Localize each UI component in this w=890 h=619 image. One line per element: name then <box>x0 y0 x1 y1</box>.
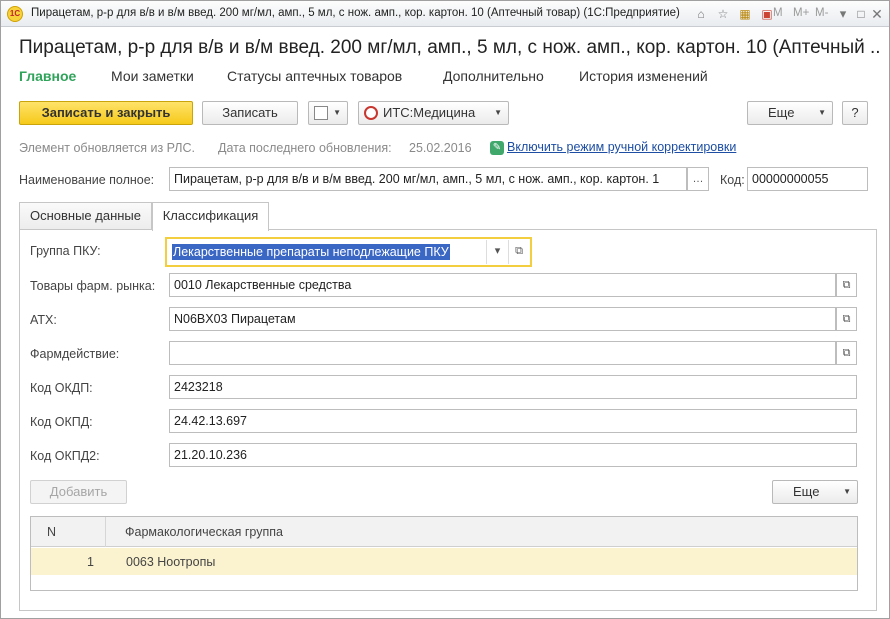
fullname-label: Наименование полное: <box>19 173 155 187</box>
star-icon[interactable]: ☆ <box>715 6 731 22</box>
save-and-close-button[interactable]: Записать и закрыть <box>19 101 193 125</box>
add-button[interactable]: Добавить <box>30 480 127 504</box>
save-button[interactable]: Записать <box>202 101 298 125</box>
maximize-icon[interactable]: □ <box>853 6 869 22</box>
last-update-label: Дата последнего обновления: <box>218 141 392 155</box>
chevron-down-icon: ▼ <box>818 108 826 117</box>
atc-label: АТХ: <box>30 313 57 327</box>
help-button[interactable]: ? <box>842 101 868 125</box>
code-field[interactable]: 00000000055 <box>747 167 868 191</box>
atc-field[interactable]: N06BX03 Пирацетам <box>169 307 836 331</box>
pku-dropdown-button[interactable]: ▾ <box>486 240 508 264</box>
fullname-field[interactable]: Пирацетам, р-р для в/в и в/м введ. 200 м… <box>169 167 687 191</box>
home-icon[interactable]: ⌂ <box>693 6 709 22</box>
more-button[interactable]: Еще ▼ <box>747 101 833 125</box>
close-icon[interactable]: ✕ <box>869 6 885 22</box>
pharm-open-icon[interactable]: ⧉ <box>836 341 857 365</box>
tab-additional[interactable]: Дополнительно <box>443 68 544 84</box>
okdp-label: Код ОКДП: <box>30 381 93 395</box>
manual-edit-link[interactable]: Включить режим ручной корректировки <box>507 140 736 154</box>
pharm-groups-table: N Фармакологическая группа 1 0063 Ноотро… <box>30 516 858 591</box>
report-menu-button[interactable]: ▼ <box>308 101 348 125</box>
code-label: Код: <box>720 173 745 187</box>
pharm-label: Фармдействие: <box>30 347 120 361</box>
chevron-down-icon: ▼ <box>843 487 851 496</box>
tab-basic-data[interactable]: Основные данные <box>19 202 152 230</box>
tab-my-notes[interactable]: Мои заметки <box>111 68 194 84</box>
pku-label: Группа ПКУ: <box>30 244 101 258</box>
market-open-icon[interactable]: ⧉ <box>836 273 857 297</box>
tab-main[interactable]: Главное <box>19 68 76 84</box>
okpd2-label: Код ОКПД2: <box>30 449 100 463</box>
row-n: 1 <box>87 555 94 569</box>
column-header-pharm-group[interactable]: Фармакологическая группа <box>125 525 283 539</box>
app-logo-icon: 1С <box>7 6 23 22</box>
menu-icon[interactable]: ▾ <box>835 6 851 22</box>
column-header-n[interactable]: N <box>47 525 56 539</box>
chevron-down-icon: ▼ <box>333 108 341 117</box>
memory-plus-button[interactable]: M+ <box>793 7 809 19</box>
fullname-edit-button[interactable]: … <box>687 167 709 191</box>
table-header: N Фармакологическая группа <box>31 517 857 547</box>
more-label: Еще <box>768 105 795 120</box>
column-divider <box>105 517 106 547</box>
tab-change-history[interactable]: История изменений <box>579 68 708 84</box>
window-title: Пирацетам, р-р для в/в и в/м введ. 200 м… <box>31 7 680 19</box>
okpd-label: Код ОКПД: <box>30 415 93 429</box>
atc-open-icon[interactable]: ⧉ <box>836 307 857 331</box>
table-row[interactable]: 1 0063 Ноотропы <box>31 548 857 575</box>
pharm-field[interactable] <box>169 341 836 365</box>
memory-m-button[interactable]: M <box>773 7 783 19</box>
table-more-label: Еще <box>793 484 820 499</box>
edit-mode-icon: ✎ <box>490 141 504 155</box>
memory-minus-button[interactable]: M- <box>815 7 828 19</box>
okdp-field[interactable]: 2423218 <box>169 375 857 399</box>
its-label: ИТС:Медицина <box>383 105 476 120</box>
its-medicine-button[interactable]: ИТС:Медицина ▼ <box>358 101 509 125</box>
market-field[interactable]: 0010 Лекарственные средства <box>169 273 836 297</box>
okpd2-field[interactable]: 21.20.10.236 <box>169 443 857 467</box>
table-more-button[interactable]: Еще ▼ <box>772 480 858 504</box>
document-icon <box>314 106 328 120</box>
tab-classification[interactable]: Классификация <box>152 202 269 231</box>
market-label: Товары фарм. рынка: <box>30 279 156 293</box>
page-title: Пирацетам, р-р для в/в и в/м введ. 200 м… <box>19 37 879 58</box>
title-bar: 1С Пирацетам, р-р для в/в и в/м введ. 20… <box>1 1 889 27</box>
last-update-value: 25.02.2016 <box>409 141 472 155</box>
pku-selected-text: Лекарственные препараты неподлежащие ПКУ <box>172 244 450 260</box>
chevron-down-icon: ▼ <box>494 108 502 117</box>
main-window: 1С Пирацетам, р-р для в/в и в/м введ. 20… <box>0 0 890 619</box>
tab-pharmacy-statuses[interactable]: Статусы аптечных товаров <box>227 68 402 84</box>
calculator-icon[interactable]: ▦ <box>737 6 753 22</box>
rls-notice: Элемент обновляется из РЛС. <box>19 141 195 155</box>
pku-open-icon[interactable]: ⧉ <box>508 240 529 264</box>
okpd-field[interactable]: 24.42.13.697 <box>169 409 857 433</box>
its-icon <box>364 106 378 120</box>
row-pharm-group: 0063 Ноотропы <box>126 555 216 569</box>
